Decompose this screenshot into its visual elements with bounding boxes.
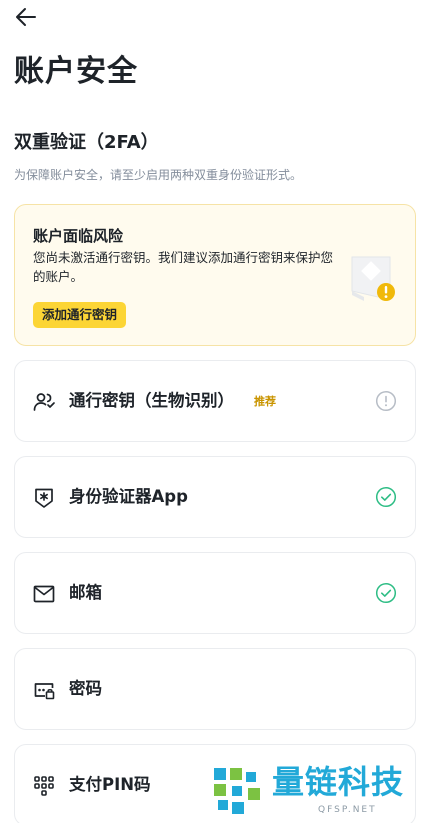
method-label: 支付PIN码 [69, 775, 151, 794]
passkey-warning-illustration-icon [351, 256, 395, 301]
method-label: 密码 [69, 679, 102, 698]
account-risk-card: 账户面临风险 您尚未激活通行密钥。我们建议添加通行密钥来保护您的账户。 添加通行… [14, 204, 416, 346]
back-arrow-icon[interactable] [14, 6, 38, 28]
password-lock-icon [34, 683, 55, 700]
check-circle-icon [375, 486, 397, 508]
method-label: 通行密钥（生物识别） [69, 391, 234, 410]
method-label: 身份验证器App [69, 487, 188, 506]
watermark-name: 量链科技 [272, 763, 405, 801]
add-passkey-button[interactable]: 添加通行密钥 [33, 302, 127, 328]
method-item-email[interactable]: 邮箱 [14, 552, 416, 634]
check-circle-icon [375, 582, 397, 604]
page-title: 账户安全 [14, 54, 138, 89]
users-icon [33, 393, 55, 411]
risk-card-description: 您尚未激活通行密钥。我们建议添加通行密钥来保护您的账户。 [33, 250, 334, 284]
two-fa-description: 为保障账户安全，请至少启用两种双重身份验证形式。 [14, 168, 303, 182]
watermark: 量链科技 QFSP.NET [208, 760, 430, 820]
two-fa-section-title: 双重验证（2FA） [14, 132, 159, 153]
method-label: 邮箱 [69, 583, 102, 602]
method-item-password[interactable]: 密码 [14, 648, 416, 730]
method-item-authenticator[interactable]: 身份验证器App [14, 456, 416, 538]
mail-icon [33, 585, 55, 603]
risk-card-title: 账户面临风险 [33, 227, 124, 245]
method-item-passkey[interactable]: 通行密钥（生物识别） 推荐 [14, 360, 416, 442]
exclamation-circle-icon [375, 390, 397, 412]
recommended-badge: 推荐 [254, 395, 276, 408]
authenticator-shield-icon [35, 488, 53, 508]
watermark-logo-icon [214, 768, 260, 814]
watermark-domain: QFSP.NET [318, 805, 377, 815]
pin-keypad-icon [34, 776, 54, 796]
